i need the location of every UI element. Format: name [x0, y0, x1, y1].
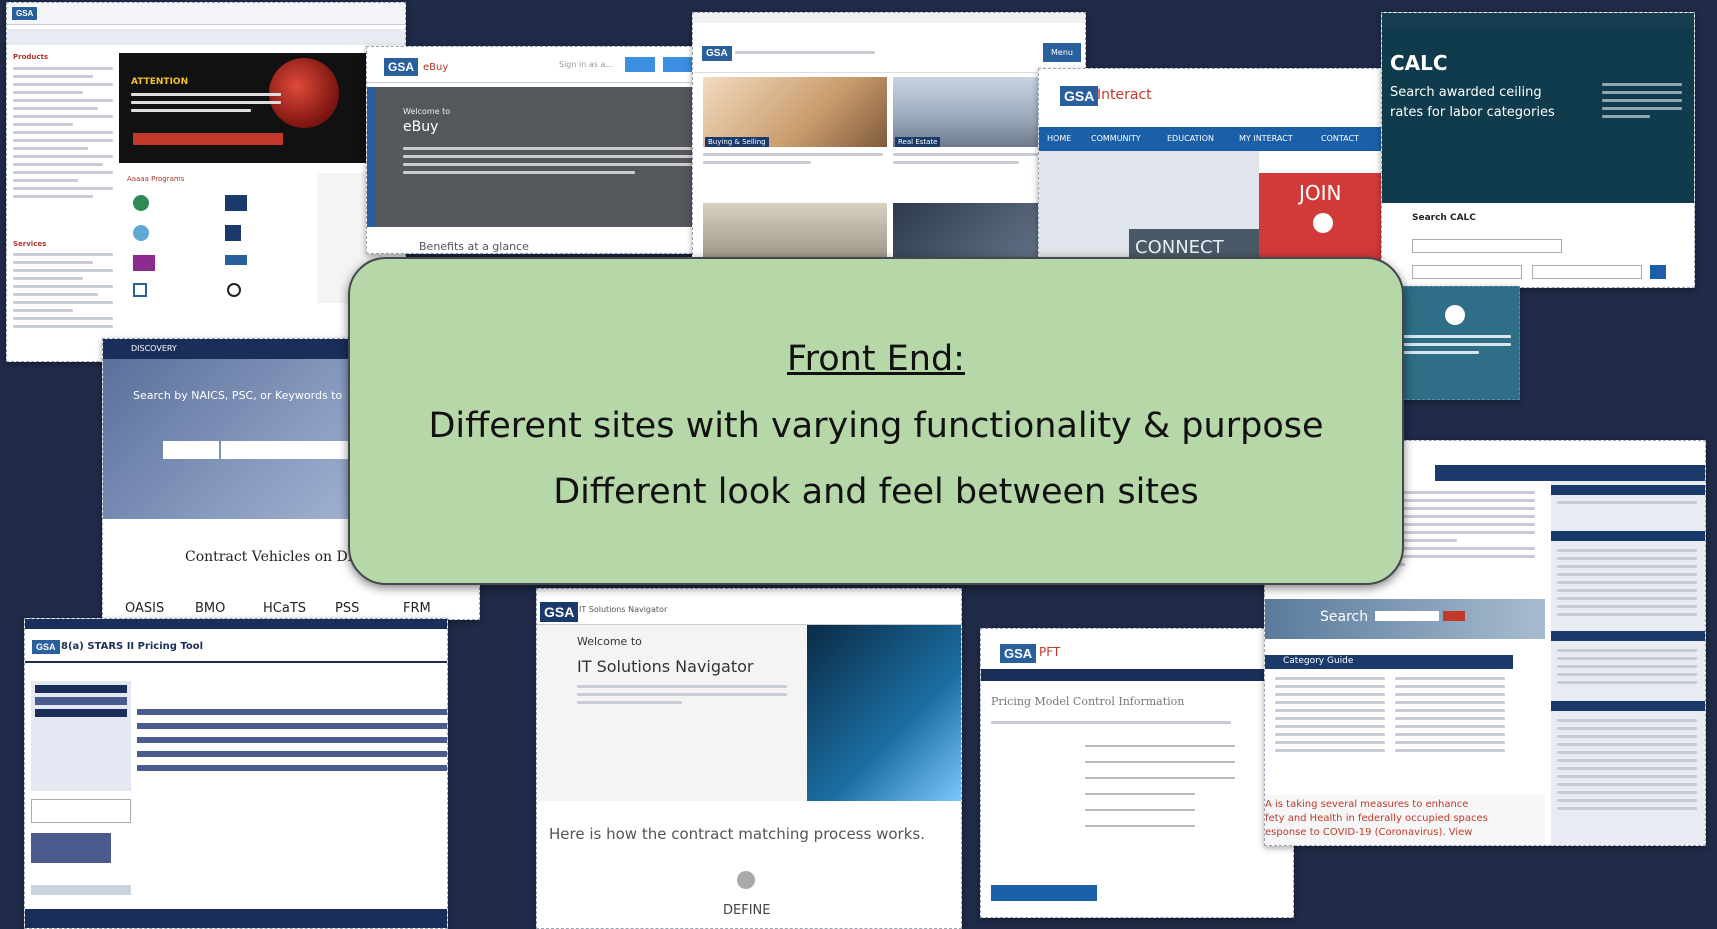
join-label[interactable]: JOIN — [1299, 181, 1342, 205]
ebuy-title: eBuy — [403, 119, 439, 135]
section-heading: Aaaaa Programs — [127, 175, 185, 183]
sidebar-heading-products: Products — [13, 53, 49, 61]
category-guide-label: Category Guide — [1283, 656, 1354, 666]
benefits-heading: Benefits at a glance — [419, 240, 529, 253]
menu-button[interactable]: Menu — [1043, 43, 1081, 62]
process-text: Here is how the contract matching proces… — [549, 825, 925, 843]
calc-title: CALC — [1390, 51, 1448, 75]
app-name: eBuy — [423, 62, 449, 73]
fas-search-label: Search — [1320, 609, 1369, 625]
screenshot-gsa-advantage: GSA Products Services ATTENTION Aaaaa Pr… — [6, 2, 406, 362]
nav-education[interactable]: EDUCATION — [1167, 134, 1214, 143]
screenshot-calc: CALC Search awarded ceiling rates for la… — [1381, 12, 1695, 288]
gsa-logo: GSA — [701, 45, 733, 62]
signin-link[interactable]: Sign in as a... — [559, 60, 613, 69]
attention-banner: ATTENTION — [131, 77, 189, 87]
gsa-logo: GSA — [539, 601, 580, 623]
screenshot-stars-pricing: GSA 8(a) STARS II Pricing Tool — [24, 618, 448, 929]
nav-contact[interactable]: CONTACT — [1321, 134, 1359, 143]
front-end-callout: Front End: Different sites with varying … — [348, 257, 1404, 585]
sidebar-heading-services: Services — [13, 240, 47, 248]
pricing-tool-title: 8(a) STARS II Pricing Tool — [61, 641, 204, 652]
navigator-app-name: IT Solutions Navigator — [579, 605, 668, 614]
search-calc-label: Search CALC — [1412, 213, 1476, 223]
vehicle-hcats[interactable]: HCaTS — [263, 601, 306, 616]
gsa-logo: GSA — [11, 6, 39, 21]
interact-name: Interact — [1097, 87, 1152, 103]
screenshot-ebuy: GSA eBuy Sign in as a... Welcome to eBuy… — [366, 46, 702, 254]
vehicle-pss[interactable]: PSS — [335, 601, 359, 616]
covid-alert-2: fety and Health in federally occupied sp… — [1265, 813, 1488, 824]
tile-buying-selling[interactable]: Buying & Selling — [705, 137, 769, 147]
welcome-text: Welcome to — [403, 107, 451, 116]
callout-line-1: Different sites with varying functionali… — [428, 406, 1324, 446]
screenshot-pft: GSA PFT Pricing Model Control Informatio… — [980, 628, 1294, 918]
vehicle-oasis[interactable]: OASIS — [125, 601, 164, 616]
nav-community[interactable]: COMMUNITY — [1091, 134, 1141, 143]
screenshot-interact: GSA Interact HOME COMMUNITY EDUCATION MY… — [1038, 68, 1384, 264]
covid-alert-3: esponse to COVID-19 (Coronavirus). View — [1265, 827, 1473, 838]
vehicle-frm[interactable]: FRM — [403, 601, 431, 616]
callout-line-2: Different look and feel between sites — [553, 472, 1199, 512]
gsa-logo: GSA — [383, 57, 420, 77]
calc-subtitle-2: rates for labor categories — [1390, 105, 1555, 120]
calc-subtitle-1: Search awarded ceiling — [1390, 85, 1542, 100]
discovery-search-prompt: Search by NAICS, PSC, or Keywords to — [133, 389, 343, 402]
tile-real-estate[interactable]: Real Estate — [895, 137, 941, 147]
pft-name: PFT — [1039, 645, 1061, 659]
screenshot-info-panel — [1392, 286, 1520, 400]
gsa-logo: GSA — [999, 643, 1038, 664]
vehicle-bmo[interactable]: BMO — [195, 601, 225, 616]
nav-home[interactable]: HOME — [1047, 134, 1071, 143]
connect-label: CONNECT — [1135, 237, 1224, 258]
callout-heading: Front End: — [787, 339, 965, 379]
screenshot-gsa-gov: GSA Menu Buying & Selling Real Estate — [692, 12, 1086, 260]
step-define: DEFINE — [723, 903, 771, 918]
discovery-label: DISCOVERY — [131, 344, 177, 353]
gsa-logo: GSA — [31, 639, 61, 655]
welcome-text: Welcome to — [577, 635, 642, 648]
screenshot-it-navigator: GSA IT Solutions Navigator Welcome to IT… — [536, 588, 962, 929]
contract-vehicles-heading: Contract Vehicles on Dis — [185, 549, 360, 565]
nav-my-interact[interactable]: MY INTERACT — [1239, 134, 1293, 143]
navigator-title: IT Solutions Navigator — [577, 657, 754, 676]
gsa-logo: GSA — [1059, 85, 1100, 107]
covid-alert-1: A is taking several measures to enhance — [1265, 799, 1469, 810]
pricing-model-heading: Pricing Model Control Information — [991, 695, 1185, 708]
